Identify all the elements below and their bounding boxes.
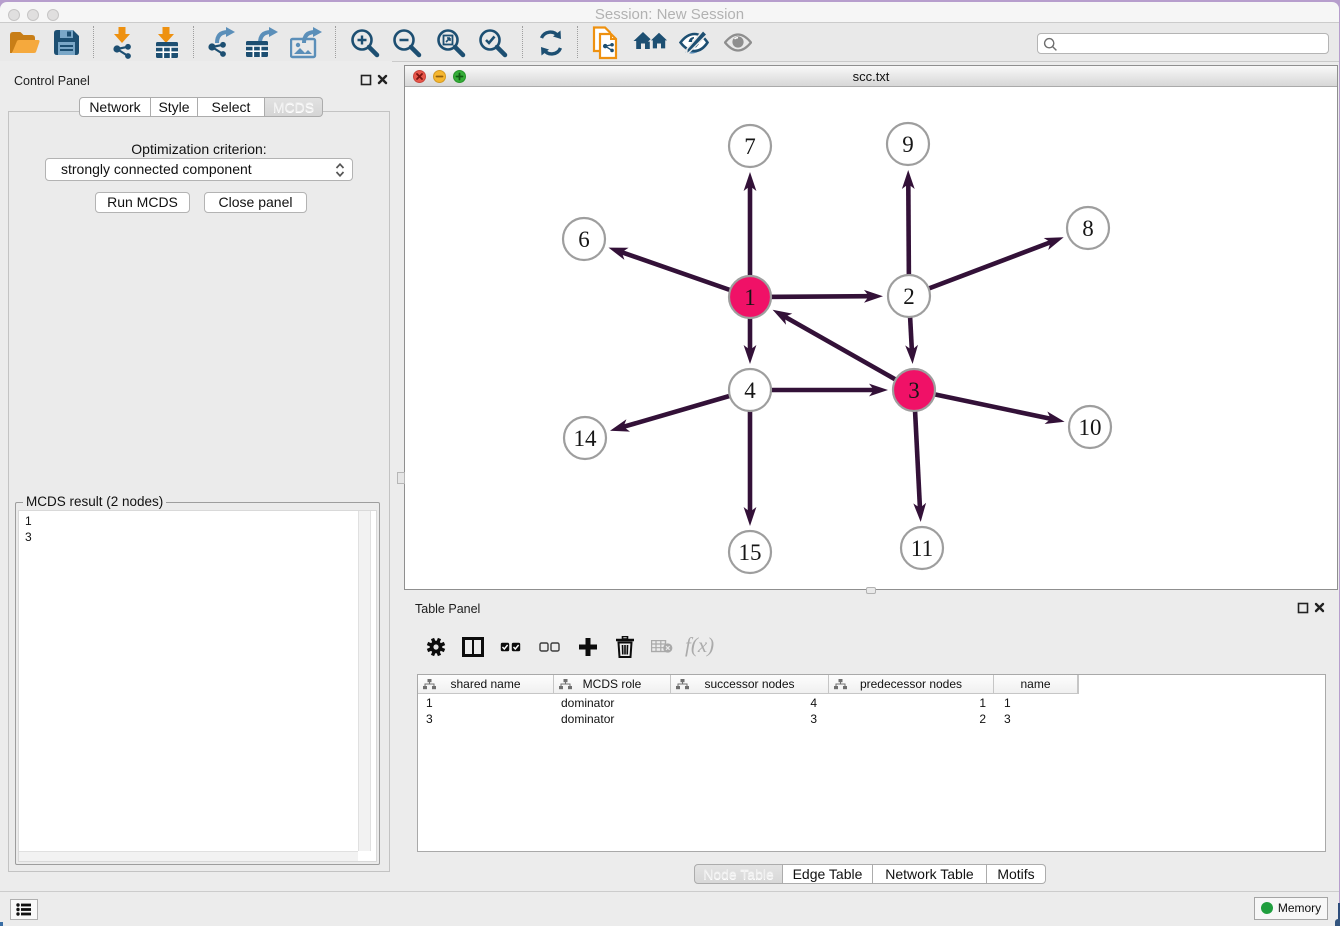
svg-text:1: 1 — [744, 285, 756, 310]
svg-text:10: 10 — [1079, 415, 1102, 440]
svg-text:6: 6 — [578, 227, 590, 252]
svg-text:14: 14 — [574, 426, 598, 451]
svg-text:2: 2 — [903, 284, 915, 309]
svg-text:3: 3 — [908, 378, 920, 403]
svg-text:4: 4 — [744, 378, 756, 403]
svg-text:8: 8 — [1082, 216, 1094, 241]
svg-text:11: 11 — [911, 536, 933, 561]
svg-text:9: 9 — [902, 132, 914, 157]
svg-text:15: 15 — [739, 540, 762, 565]
svg-text:7: 7 — [744, 134, 756, 159]
